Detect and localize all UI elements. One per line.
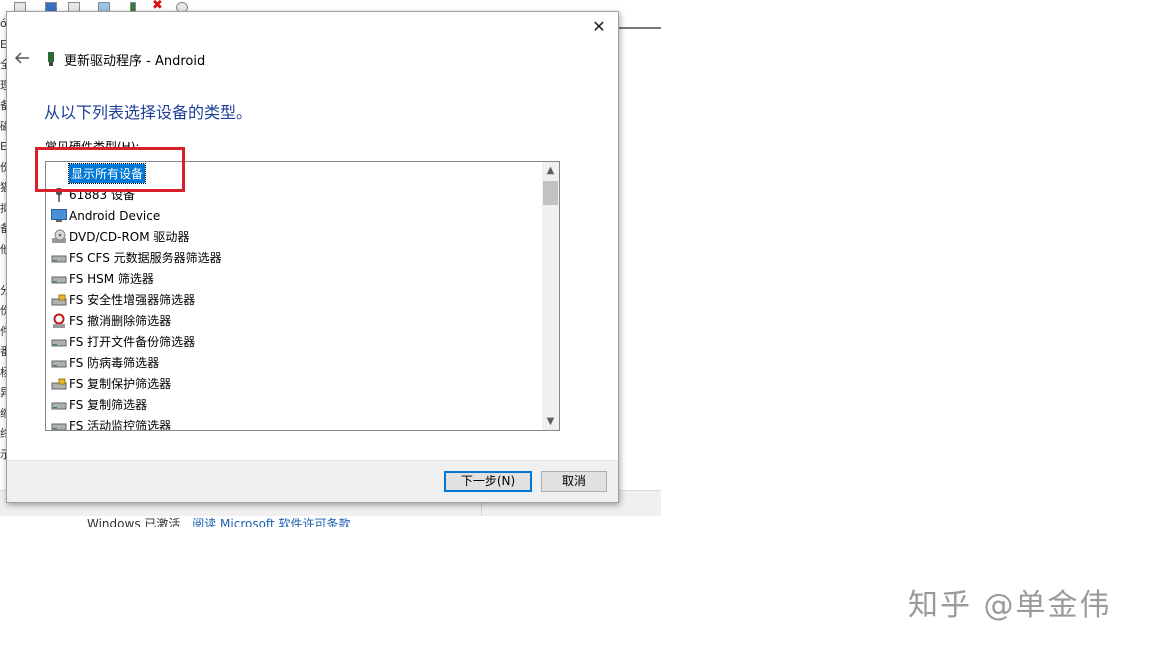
device-type-item[interactable]: FS CFS 元数据服务器筛选器 [46, 247, 541, 268]
drive-icon [51, 418, 67, 430]
device-type-item[interactable]: FS 活动监控筛选器 [46, 415, 541, 431]
dialog-footer: 下一步(N) 取消 [7, 460, 618, 502]
plug-icon [51, 187, 67, 203]
undelete-icon [51, 313, 67, 329]
scroll-down-arrow-icon[interactable]: ▼ [542, 413, 559, 430]
drive-icon [51, 250, 67, 266]
drive-icon [51, 271, 67, 287]
device-type-item[interactable]: 61883 设备 [46, 184, 541, 205]
device-type-label: FS CFS 元数据服务器筛选器 [69, 251, 222, 265]
android-device-icon [48, 52, 54, 66]
back-button[interactable] [13, 50, 31, 66]
device-type-item[interactable]: Android Device [46, 205, 541, 226]
lock-drive-icon [51, 292, 67, 308]
device-type-item[interactable]: FS HSM 筛选器 [46, 268, 541, 289]
device-type-label: FS HSM 筛选器 [69, 272, 154, 286]
activation-status: Windows 已激活 [87, 517, 181, 527]
drive-icon [51, 334, 67, 350]
listbox-items: 显示所有设备 61883 设备 Android Device DVD/CD-ROM 驱… [46, 163, 541, 431]
cancel-button[interactable]: 取消 [541, 471, 607, 492]
device-type-item[interactable]: FS 防病毒筛选器 [46, 352, 541, 373]
background-divider [619, 27, 661, 29]
hardware-types-listbox[interactable]: 显示所有设备 61883 设备 Android Device DVD/CD-ROM 驱… [45, 161, 560, 431]
license-terms-link[interactable]: 阅读 Microsoft 软件许可条款 [192, 517, 350, 527]
device-type-label: Android Device [69, 208, 161, 223]
device-type-item[interactable]: FS 安全性增强器筛选器 [46, 289, 541, 310]
dialog-title: 更新驱动程序 - Android [64, 54, 206, 69]
scroll-up-arrow-icon[interactable]: ▲ [542, 162, 559, 179]
device-type-label: 61883 设备 [69, 188, 135, 202]
back-arrow-icon [14, 52, 29, 64]
device-type-label: FS 撤消删除筛选器 [69, 314, 172, 328]
device-type-item[interactable]: FS 复制保护筛选器 [46, 373, 541, 394]
device-type-label: FS 安全性增强器筛选器 [69, 293, 196, 307]
device-type-item[interactable]: DVD/CD-ROM 驱动器 [46, 226, 541, 247]
zhihu-watermark: 知乎 @单金伟 [908, 588, 1112, 623]
background-footer: Windows 已激活 阅读 Microsoft 软件许可条款 [87, 515, 350, 527]
update-driver-dialog: ✕ 更新驱动程序 - Android 从以下列表选择设备的类型。 常见硬件类型(… [6, 11, 619, 503]
device-type-item[interactable]: FS 打开文件备份筛选器 [46, 331, 541, 352]
device-type-item[interactable]: FS 撤消删除筛选器 [46, 310, 541, 331]
device-type-item[interactable]: 显示所有设备 [46, 163, 541, 184]
drive-icon [51, 397, 67, 413]
page-heading: 从以下列表选择设备的类型。 [44, 103, 253, 122]
scroll-thumb[interactable] [543, 181, 558, 205]
device-type-item[interactable]: FS 复制筛选器 [46, 394, 541, 415]
cdrom-icon [51, 229, 67, 245]
device-type-label: FS 复制筛选器 [69, 398, 148, 412]
device-type-label: FS 活动监控筛选器 [69, 419, 172, 431]
hardware-types-label: 常见硬件类型(H): [45, 140, 140, 149]
device-type-label: FS 打开文件备份筛选器 [69, 335, 196, 349]
drive-icon [51, 355, 67, 371]
device-type-label: 显示所有设备 [67, 163, 147, 184]
close-icon: ✕ [592, 17, 606, 36]
next-button[interactable]: 下一步(N) [444, 471, 532, 492]
close-button[interactable]: ✕ [584, 14, 614, 40]
lock-drive-icon [51, 376, 67, 392]
vertical-scrollbar[interactable]: ▲ ▼ [542, 162, 559, 430]
device-type-label: DVD/CD-ROM 驱动器 [69, 230, 190, 244]
device-type-label: FS 复制保护筛选器 [69, 377, 172, 391]
device-type-label: FS 防病毒筛选器 [69, 356, 160, 370]
monitor-icon [51, 208, 67, 224]
